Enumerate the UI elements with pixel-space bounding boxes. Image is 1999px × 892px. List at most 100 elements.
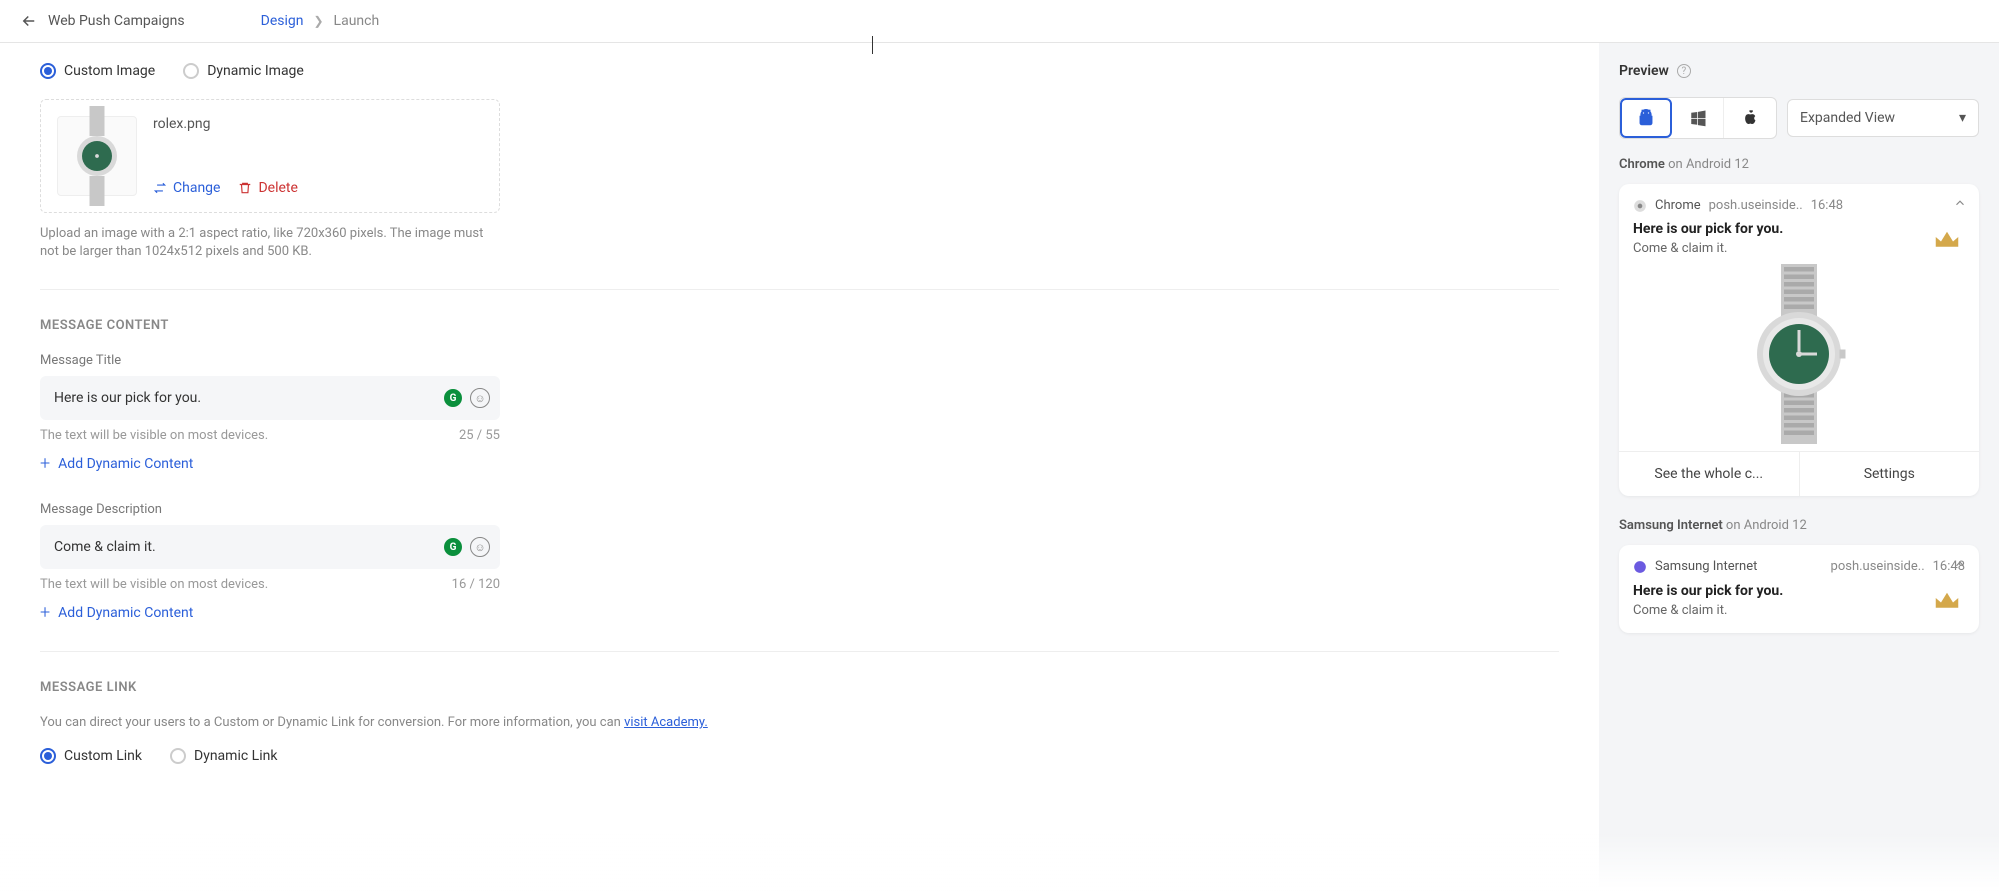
crown-icon [1932, 228, 1962, 251]
title-counter: 25 / 55 [459, 428, 500, 443]
windows-icon [1689, 109, 1707, 127]
notif-browser-name: Samsung Internet [1655, 559, 1757, 575]
radio-dynamic-link-label: Dynamic Link [194, 748, 277, 764]
watch-image-icon [1739, 264, 1859, 444]
notif-image [1633, 269, 1965, 439]
radio-custom-image[interactable]: Custom Image [40, 63, 155, 79]
radio-dynamic-image[interactable]: Dynamic Image [183, 63, 304, 79]
emoji-button[interactable]: ☺ [470, 537, 490, 557]
view-mode-dropdown[interactable]: Expanded View ▾ [1787, 99, 1979, 137]
desc-label: Message Description [40, 502, 1559, 517]
title-label: Message Title [40, 353, 1559, 368]
crown-icon [1932, 589, 1962, 612]
watch-thumb-icon [72, 106, 122, 206]
chevron-right-icon: ❯ [313, 14, 323, 28]
samsung-browser-name: Samsung Internet [1619, 518, 1723, 533]
radio-custom-link[interactable]: Custom Link [40, 748, 142, 764]
radio-checked-icon [40, 748, 56, 764]
radio-dynamic-image-label: Dynamic Image [207, 63, 304, 79]
emoji-button[interactable]: ☺ [470, 388, 490, 408]
message-content-heading: MESSAGE CONTENT [40, 318, 1559, 333]
notif-app-icon [1929, 583, 1965, 619]
notif-desc: Come & claim it. [1633, 241, 1783, 256]
delete-label: Delete [258, 180, 297, 196]
add-dynamic-title[interactable]: + Add Dynamic Content [40, 453, 1559, 474]
grammarly-icon[interactable]: G [444, 538, 462, 556]
radio-custom-link-label: Custom Link [64, 748, 142, 764]
notif-time: 16:48 [1811, 198, 1843, 213]
grammarly-icon[interactable]: G [444, 389, 462, 407]
image-thumbnail [57, 116, 137, 196]
change-label: Change [173, 180, 220, 196]
notif-domain: posh.useinside.. [1831, 559, 1925, 574]
windows-toggle[interactable] [1672, 98, 1724, 138]
breadcrumb-launch[interactable]: Launch [334, 13, 380, 29]
text-cursor [872, 36, 873, 54]
divider [40, 289, 1559, 290]
link-type-radios: Custom Link Dynamic Link [40, 748, 1559, 764]
desc-hint: The text will be visible on most devices… [40, 577, 268, 592]
add-dynamic-desc-label: Add Dynamic Content [58, 605, 193, 621]
chrome-browser-name: Chrome [1619, 157, 1665, 172]
apple-icon [1741, 109, 1759, 127]
android-icon [1636, 108, 1656, 128]
main-content: Custom Image Dynamic Image rolex.png [0, 43, 1599, 887]
back-label: Web Push Campaigns [48, 13, 185, 29]
image-upload-card: rolex.png Change Delete [40, 99, 500, 213]
radio-dynamic-link[interactable]: Dynamic Link [170, 748, 277, 764]
view-mode-label: Expanded View [1800, 110, 1895, 126]
add-dynamic-desc[interactable]: + Add Dynamic Content [40, 602, 1559, 623]
visit-academy-link[interactable]: visit Academy. [624, 715, 708, 730]
apple-toggle[interactable] [1724, 98, 1776, 138]
message-link-heading: MESSAGE LINK [40, 680, 1559, 695]
breadcrumb-design[interactable]: Design [261, 13, 304, 29]
link-desc-pre: You can direct your users to a Custom or… [40, 715, 624, 730]
add-dynamic-title-label: Add Dynamic Content [58, 456, 193, 472]
collapse-icon[interactable] [1953, 557, 1967, 575]
image-filename: rolex.png [153, 116, 298, 132]
chrome-preview-label: Chrome on Android 12 [1619, 157, 1979, 172]
notif-action-2[interactable]: Settings [1800, 452, 1980, 496]
collapse-icon[interactable] [1953, 196, 1967, 214]
notif-title: Here is our pick for you. [1633, 583, 1783, 599]
radio-checked-icon [40, 63, 56, 79]
change-image-button[interactable]: Change [153, 180, 220, 196]
samsung-os-suffix: on Android 12 [1723, 518, 1807, 533]
notif-browser-name: Chrome [1655, 198, 1701, 213]
android-toggle[interactable] [1620, 98, 1672, 138]
message-link-desc: You can direct your users to a Custom or… [40, 715, 1559, 730]
desc-input[interactable] [40, 525, 500, 569]
radio-unchecked-icon [183, 63, 199, 79]
chevron-down-icon: ▾ [1959, 110, 1966, 126]
os-toggle [1619, 97, 1777, 139]
plus-icon: + [40, 453, 50, 474]
help-icon[interactable]: ? [1677, 64, 1691, 78]
title-hint: The text will be visible on most devices… [40, 428, 268, 443]
delete-image-button[interactable]: Delete [238, 180, 297, 196]
breadcrumb: Design ❯ Launch [261, 13, 380, 29]
swap-icon [153, 181, 167, 195]
radio-custom-image-label: Custom Image [64, 63, 155, 79]
trash-icon [238, 181, 252, 195]
chrome-os-suffix: on Android 12 [1665, 157, 1749, 172]
arrow-left-icon [20, 12, 38, 30]
desc-counter: 16 / 120 [452, 577, 500, 592]
notif-action-1[interactable]: See the whole c... [1619, 452, 1800, 496]
samsung-notification-preview: Samsung Internet posh.useinside.. 16:48 … [1619, 545, 1979, 633]
title-input[interactable] [40, 376, 500, 420]
preview-title: Preview [1619, 63, 1669, 79]
samsung-preview-label: Samsung Internet on Android 12 [1619, 518, 1979, 533]
notif-desc: Come & claim it. [1633, 603, 1783, 618]
chrome-notification-preview: Chrome posh.useinside.. 16:48 Here is ou… [1619, 184, 1979, 496]
notif-title: Here is our pick for you. [1633, 221, 1783, 237]
notif-domain: posh.useinside.. [1709, 198, 1803, 213]
chrome-icon [1633, 199, 1647, 213]
image-type-radios: Custom Image Dynamic Image [40, 63, 1559, 79]
topbar: Web Push Campaigns Design ❯ Launch [0, 0, 1999, 43]
radio-unchecked-icon [170, 748, 186, 764]
notif-app-icon [1929, 221, 1965, 257]
plus-icon: + [40, 602, 50, 623]
back-button[interactable]: Web Push Campaigns [20, 12, 185, 30]
divider [40, 651, 1559, 652]
preview-panel: Preview ? Expanded View ▾ Chrome on [1599, 43, 1999, 887]
